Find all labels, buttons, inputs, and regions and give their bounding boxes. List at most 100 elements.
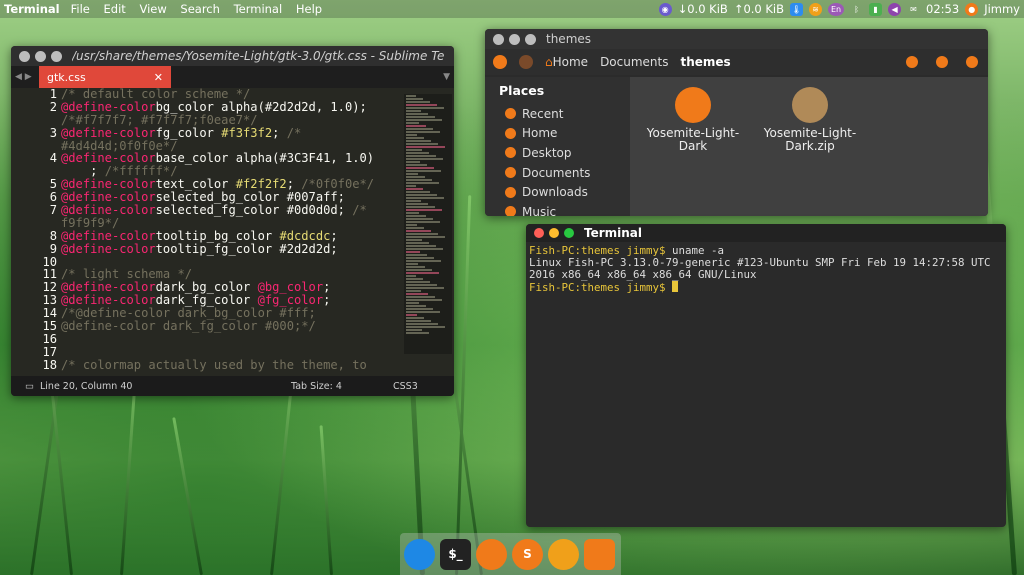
- search-icon[interactable]: [906, 56, 918, 68]
- net-up: ↑0.0 KiB: [733, 2, 785, 16]
- sidebar-item-desktop[interactable]: Desktop: [505, 143, 630, 163]
- file-view[interactable]: Yosemite-Light-Dark Yosemite-Light-Dark.…: [630, 77, 988, 216]
- close-button[interactable]: [19, 50, 30, 62]
- sidebar-item-music[interactable]: Music: [505, 202, 630, 216]
- status-bar: ▭ Line 20, Column 40 Tab Size: 4 CSS3: [11, 376, 454, 396]
- close-button[interactable]: [493, 33, 504, 45]
- minimap-row: [406, 317, 424, 319]
- menu-edit[interactable]: Edit: [104, 2, 126, 16]
- minimap-row: [406, 209, 442, 211]
- fire-icon[interactable]: [548, 538, 579, 570]
- sublime-icon[interactable]: S: [512, 538, 543, 570]
- maximize-button[interactable]: [564, 228, 574, 238]
- minimap-row: [406, 305, 426, 307]
- status-tabsize[interactable]: Tab Size: 4: [291, 381, 342, 392]
- menu-help[interactable]: Help: [296, 2, 322, 16]
- tab-dropdown-icon[interactable]: ▼: [443, 72, 450, 82]
- wifi-icon[interactable]: ≋: [809, 2, 823, 16]
- clock-icon: [505, 108, 516, 120]
- minimap[interactable]: [404, 94, 452, 354]
- minimap-row: [406, 266, 425, 268]
- minimap-row: [406, 101, 430, 103]
- active-app-name[interactable]: Terminal: [4, 2, 60, 16]
- crumb-themes[interactable]: themes: [680, 55, 730, 69]
- files-icon[interactable]: [476, 538, 507, 570]
- sidebar-item-recent[interactable]: Recent: [505, 104, 630, 124]
- sidebar-item-downloads[interactable]: Downloads: [505, 182, 630, 202]
- minimize-button[interactable]: [549, 228, 559, 238]
- minimap-row: [406, 104, 437, 106]
- terminal-icon[interactable]: $_: [440, 538, 471, 570]
- terminal-output[interactable]: Fish-PC:themes jimmy$ uname -a Linux Fis…: [526, 242, 1006, 297]
- minimap-row: [406, 128, 433, 130]
- sublime-window: /usr/share/themes/Yosemite-Light/gtk-3.0…: [11, 46, 454, 396]
- forward-icon[interactable]: [519, 55, 533, 69]
- minimap-row: [406, 314, 417, 316]
- tab-gtk-css[interactable]: gtk.css ✕: [39, 66, 171, 88]
- status-position: Line 20, Column 40: [39, 380, 133, 392]
- minimap-row: [406, 140, 431, 142]
- line-number: 1: [49, 88, 57, 101]
- sidebar-item-home[interactable]: Home: [505, 124, 630, 144]
- temperature-icon[interactable]: 🌡: [790, 2, 804, 16]
- bluetooth-icon[interactable]: ᛒ: [850, 3, 863, 16]
- menu-search[interactable]: Search: [180, 2, 220, 16]
- minimap-row: [406, 332, 429, 334]
- maximize-button[interactable]: [51, 50, 62, 62]
- minimap-row: [406, 179, 432, 181]
- finder-icon[interactable]: [404, 538, 435, 570]
- user-avatar-icon[interactable]: ●: [965, 2, 979, 16]
- network-icon[interactable]: ◉: [658, 2, 672, 16]
- sidebar-item-documents[interactable]: Documents: [505, 163, 630, 183]
- clock[interactable]: 02:53: [926, 2, 959, 16]
- music-icon: [505, 206, 516, 216]
- minimap-row: [406, 260, 441, 262]
- volume-icon[interactable]: ◀: [888, 2, 902, 16]
- window-controls: [19, 50, 62, 62]
- view-grid-icon[interactable]: [966, 56, 978, 68]
- terminal-titlebar[interactable]: Terminal: [526, 224, 1006, 242]
- command-output: Linux Fish-PC 3.13.0-79-generic #123-Ubu…: [529, 256, 998, 281]
- zip-archive-icon: [792, 87, 828, 123]
- minimap-row: [406, 137, 424, 139]
- battery-icon[interactable]: ▮: [869, 2, 883, 16]
- status-panel-icon[interactable]: ▭: [25, 381, 34, 392]
- minimize-button[interactable]: [509, 33, 520, 45]
- crumb-home[interactable]: ⌂Home: [545, 55, 588, 69]
- back-icon[interactable]: [493, 55, 507, 69]
- crumb-documents[interactable]: Documents: [600, 55, 668, 69]
- code-editor[interactable]: 1 2 3 4 5 6 7 8 9 10 11 12 13 14 15 16 1…: [11, 88, 454, 376]
- view-list-icon[interactable]: [936, 56, 948, 68]
- line-number: 4: [49, 151, 57, 166]
- minimap-row: [406, 308, 433, 310]
- minimap-row: [406, 251, 420, 253]
- sidebar-item-label: Recent: [522, 106, 564, 121]
- keyboard-layout-indicator[interactable]: En: [828, 2, 845, 16]
- minimap-row: [406, 254, 427, 256]
- sublime-titlebar[interactable]: /usr/share/themes/Yosemite-Light/gtk-3.0…: [11, 46, 454, 66]
- mail-icon[interactable]: ✉: [907, 3, 920, 16]
- status-syntax[interactable]: CSS3: [393, 381, 418, 392]
- minimize-button[interactable]: [35, 50, 46, 62]
- menu-terminal[interactable]: Terminal: [234, 2, 283, 16]
- file-item[interactable]: Yosemite-Light-Dark.zip: [755, 81, 865, 153]
- fm-titlebar[interactable]: themes: [485, 29, 988, 49]
- minimap-row: [406, 230, 431, 232]
- tab-close-icon[interactable]: ✕: [154, 71, 163, 84]
- close-button[interactable]: [534, 228, 544, 238]
- maximize-button[interactable]: [525, 33, 536, 45]
- folder-icon: [675, 87, 711, 123]
- minimap-row: [406, 155, 436, 157]
- user-name[interactable]: Jimmy: [984, 2, 1020, 16]
- tab-left-arrow-icon[interactable]: ◀ ▶: [15, 72, 32, 82]
- minimap-row: [406, 182, 439, 184]
- file-item[interactable]: Yosemite-Light-Dark: [638, 81, 748, 153]
- menu-file[interactable]: File: [71, 2, 90, 16]
- menu-view[interactable]: View: [139, 2, 166, 16]
- file-manager-window: themes ⌂Home Documents themes Places Rec…: [485, 29, 988, 216]
- file-name: Yosemite-Light-Dark: [646, 126, 740, 153]
- minimap-row: [406, 149, 422, 151]
- notes-icon[interactable]: [584, 538, 615, 570]
- prompt: Fish-PC:themes jimmy$: [529, 281, 666, 294]
- minimap-row: [406, 194, 437, 196]
